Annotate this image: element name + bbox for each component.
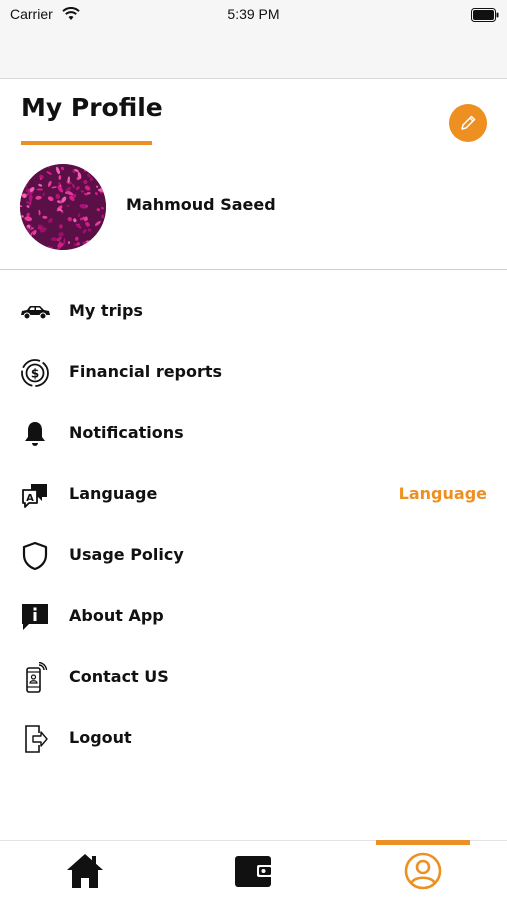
navigation-bar	[0, 30, 507, 79]
pencil-icon	[461, 115, 476, 130]
menu-item-notifications[interactable]: Notifications	[0, 412, 507, 456]
menu-label-language: Language	[69, 484, 158, 503]
clock: 5:39 PM	[227, 6, 280, 22]
menu-label-my-trips: My trips	[69, 301, 143, 320]
svg-text:$: $	[31, 367, 39, 381]
menu-label-logout: Logout	[69, 728, 132, 747]
menu-item-usage-policy[interactable]: Usage Policy	[0, 534, 507, 578]
menu-item-financial-reports[interactable]: $ Financial reports	[0, 351, 507, 395]
user-name: Mahmoud Saeed	[126, 195, 276, 214]
language-value[interactable]: Language	[399, 484, 487, 503]
svg-text:A: A	[26, 493, 34, 504]
menu-label-notifications: Notifications	[69, 423, 184, 442]
translate-icon: A	[18, 479, 52, 511]
menu-item-contact-us[interactable]: Contact US	[0, 656, 507, 700]
menu-item-logout[interactable]: Logout	[0, 717, 507, 761]
info-icon	[18, 601, 52, 633]
home-icon	[66, 854, 103, 888]
tab-home[interactable]	[0, 841, 169, 900]
menu-label-contact-us: Contact US	[69, 667, 169, 686]
tab-profile[interactable]	[338, 841, 507, 900]
wallet-icon	[234, 856, 273, 887]
avatar[interactable]	[20, 164, 106, 250]
status-bar: Carrier 5:39 PM	[0, 0, 507, 30]
user-circle-icon	[404, 852, 441, 890]
dollar-coin-icon: $	[18, 357, 52, 389]
flower-photo	[20, 164, 106, 250]
tab-wallet[interactable]	[169, 841, 338, 900]
menu-label-usage-policy: Usage Policy	[69, 545, 184, 564]
active-tab-indicator	[376, 840, 470, 845]
car-icon	[18, 296, 52, 328]
bell-icon	[18, 418, 52, 450]
menu-label-financial-reports: Financial reports	[69, 362, 223, 381]
shield-icon	[18, 540, 52, 572]
phone-contact-icon	[18, 662, 52, 694]
menu-item-about-app[interactable]: About App	[0, 595, 507, 639]
menu-item-my-trips[interactable]: My trips	[0, 290, 507, 334]
page-title: My Profile	[21, 93, 163, 122]
logout-icon	[18, 723, 52, 755]
edit-profile-button[interactable]	[449, 104, 487, 142]
title-underline	[21, 141, 152, 145]
menu-label-about-app: About App	[69, 606, 164, 625]
tab-bar	[0, 840, 507, 900]
battery-icon	[471, 7, 499, 26]
menu-item-language[interactable]: A Language Language	[0, 473, 507, 517]
section-divider	[0, 269, 507, 270]
